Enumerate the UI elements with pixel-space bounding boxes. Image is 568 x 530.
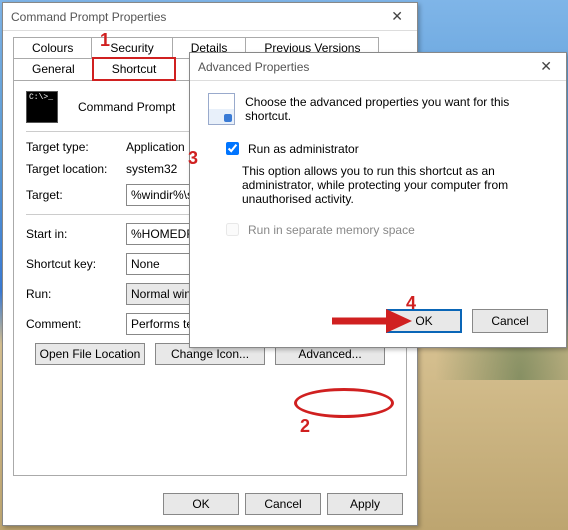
separate-memory-label: Run in separate memory space — [248, 223, 415, 237]
annotation-oval-advanced — [294, 388, 394, 418]
run-as-administrator-description: This option allows you to run this short… — [242, 164, 548, 206]
annotation-number-2: 2 — [300, 416, 310, 437]
cancel-button[interactable]: Cancel — [245, 493, 321, 515]
label-target-location: Target location: — [26, 162, 126, 176]
titlebar[interactable]: Command Prompt Properties ✕ — [3, 3, 417, 31]
dialog-intro-text: Choose the advanced properties you want … — [245, 95, 548, 123]
label-shortcut-key: Shortcut key: — [26, 257, 126, 271]
label-comment: Comment: — [26, 317, 126, 331]
run-as-administrator-checkbox[interactable] — [226, 142, 239, 155]
run-as-administrator-label: Run as administrator — [248, 142, 359, 156]
label-start-in: Start in: — [26, 227, 126, 241]
cancel-button[interactable]: Cancel — [472, 309, 548, 333]
open-file-location-button[interactable]: Open File Location — [35, 343, 145, 365]
ok-button[interactable]: OK — [163, 493, 239, 515]
close-icon[interactable]: ✕ — [534, 58, 558, 75]
apply-button[interactable]: Apply — [327, 493, 403, 515]
label-run: Run: — [26, 287, 126, 301]
value-target-location: system32 — [126, 162, 177, 176]
label-target: Target: — [26, 188, 126, 202]
close-icon[interactable]: ✕ — [385, 8, 409, 25]
window-title: Command Prompt Properties — [11, 10, 166, 24]
annotation-number-1: 1 — [100, 30, 110, 51]
annotation-number-3: 3 — [188, 148, 198, 169]
advanced-properties-dialog: Advanced Properties ✕ Choose the advance… — [189, 52, 567, 348]
shortcut-name: Command Prompt — [78, 100, 175, 114]
titlebar[interactable]: Advanced Properties ✕ — [190, 53, 566, 81]
properties-icon — [208, 93, 235, 125]
label-target-type: Target type: — [26, 140, 126, 154]
annotation-number-4: 4 — [406, 293, 416, 314]
value-target-type: Application — [126, 140, 185, 154]
tab-colours[interactable]: Colours — [13, 37, 92, 59]
tab-general[interactable]: General — [13, 58, 94, 80]
annotation-arrow — [332, 308, 412, 334]
tab-shortcut[interactable]: Shortcut — [93, 58, 176, 80]
dialog-title: Advanced Properties — [198, 60, 309, 74]
separate-memory-checkbox — [226, 223, 239, 236]
command-prompt-icon — [26, 91, 58, 123]
